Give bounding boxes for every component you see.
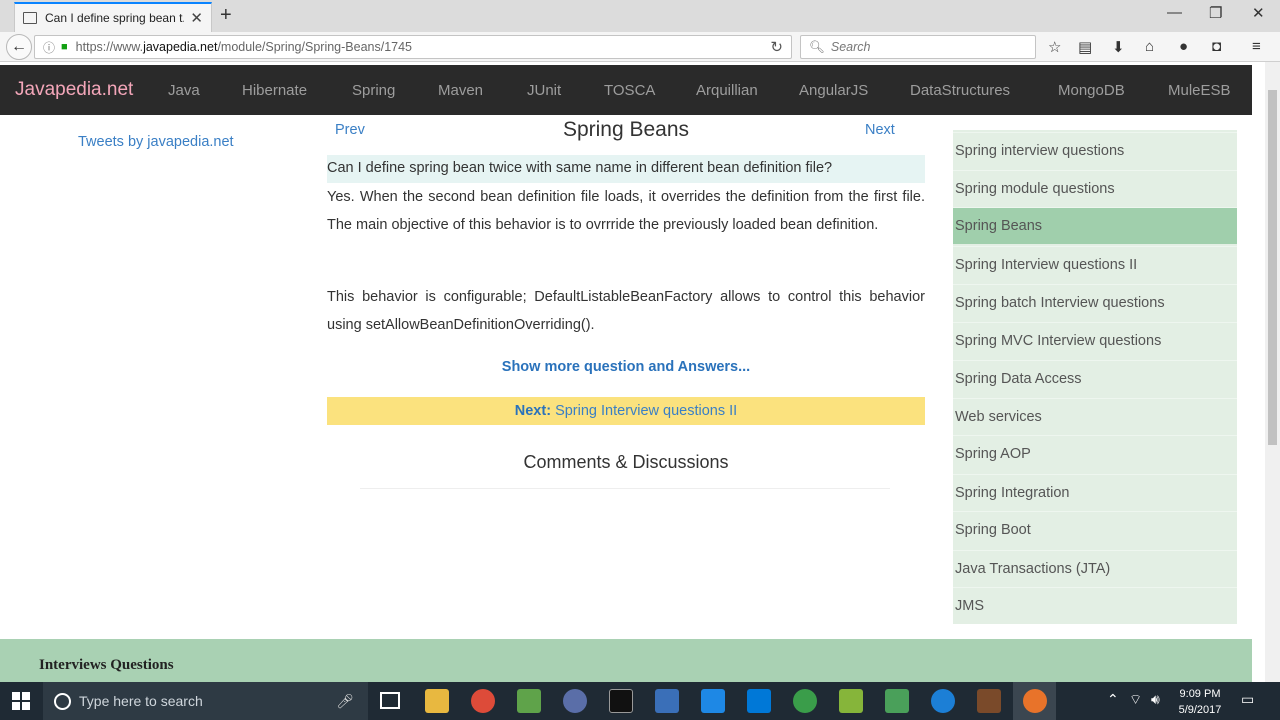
browser-tab[interactable]: Can I define spring bean t... ✕ — [14, 2, 212, 32]
restore-icon[interactable]: ❐ — [1209, 4, 1222, 22]
firefox-icon[interactable] — [1023, 689, 1047, 713]
file-explorer-icon[interactable] — [425, 689, 449, 713]
sidebar-item-spring-beans[interactable]: Spring Beans — [953, 207, 1237, 244]
book-icon — [23, 12, 37, 24]
nav-mongodb[interactable]: MongoDB — [1058, 82, 1125, 99]
cortana-icon — [54, 692, 71, 710]
footer-title: Interviews Questions — [39, 657, 174, 673]
sidebar-item-spring-mvc[interactable]: Spring MVC Interview questions — [953, 322, 1237, 359]
edge-icon[interactable] — [931, 689, 955, 713]
search-placeholder: Search — [830, 40, 871, 54]
nav-java[interactable]: Java — [168, 82, 200, 99]
sidebar-item-spring-module[interactable]: Spring module questions — [953, 170, 1237, 207]
taskbar-search-placeholder: Type here to search — [79, 693, 203, 709]
window-close-icon[interactable]: ✕ — [1252, 4, 1265, 22]
browser-tab-bar: Can I define spring bean t... ✕ + — ❐ ✕ — [0, 0, 1280, 32]
visual-studio-icon[interactable] — [747, 689, 771, 713]
nav-maven[interactable]: Maven — [438, 82, 483, 99]
nav-spring[interactable]: Spring — [352, 82, 395, 99]
app-icon[interactable] — [977, 689, 1001, 713]
app-icon[interactable] — [839, 689, 863, 713]
windows-start-icon[interactable] — [12, 692, 30, 710]
tab-title: Can I define spring bean t... — [45, 11, 185, 25]
clock-time: 9:09 PM — [1179, 688, 1221, 700]
app-icon[interactable] — [655, 689, 679, 713]
menu-icon[interactable]: ≡ — [1252, 38, 1261, 55]
reading-list-icon[interactable]: ▤ — [1078, 38, 1092, 56]
bookmark-star-icon[interactable]: ☆ — [1048, 38, 1061, 56]
home-icon[interactable]: ⌂ — [1145, 38, 1154, 55]
sidebar-item-jms[interactable]: JMS — [953, 587, 1237, 624]
sidebar-item-spring-interview[interactable]: Spring interview questions — [953, 132, 1237, 169]
next-topic-label: Next: — [514, 403, 552, 419]
browser-toolbar: ← ⓘ ■ https://www.javapedia.net/module/S… — [0, 32, 1280, 62]
url-text: https://www.javapedia.net/module/Spring/… — [75, 40, 413, 54]
tweets-link[interactable]: Tweets by javapedia.net — [78, 134, 234, 150]
volume-icon[interactable]: 🔊︎ — [1151, 691, 1160, 708]
terminal-icon[interactable] — [609, 689, 633, 713]
chevron-up-icon[interactable]: ⌃ — [1107, 691, 1119, 708]
app-icon[interactable] — [517, 689, 541, 713]
chrome-icon[interactable] — [471, 689, 495, 713]
mail-icon[interactable] — [701, 689, 725, 713]
close-tab-icon[interactable]: ✕ — [190, 9, 203, 27]
info-icon[interactable]: ⓘ — [43, 39, 55, 56]
pocket-icon[interactable]: ◘ — [1212, 38, 1221, 55]
site-navbar: Javapedia.net Java Hibernate Spring Mave… — [0, 65, 1252, 115]
microphone-icon[interactable]: 🎤︎ — [336, 693, 354, 710]
search-icon: 🔍︎ — [809, 39, 825, 54]
nav-muleesb[interactable]: MuleESB — [1168, 82, 1231, 99]
photos-icon[interactable] — [885, 689, 909, 713]
sidebar-item-spring-data-access[interactable]: Spring Data Access — [953, 360, 1237, 397]
taskbar-search-input[interactable]: Type here to search 🎤︎ — [43, 682, 368, 720]
comments-divider — [360, 488, 890, 489]
search-input[interactable]: 🔍︎ Search — [800, 35, 1036, 59]
sidebar-item-web-services[interactable]: Web services — [953, 398, 1237, 435]
nav-junit[interactable]: JUnit — [527, 82, 561, 99]
page-title: Spring Beans — [562, 118, 690, 141]
back-button[interactable]: ← — [6, 34, 32, 60]
chat-icon[interactable]: ● — [1179, 38, 1188, 55]
question-text: Can I define spring bean twice with same… — [327, 155, 925, 183]
sidebar-item-spring-boot[interactable]: Spring Boot — [953, 511, 1237, 548]
sidebar-item-jta[interactable]: Java Transactions (JTA) — [953, 550, 1237, 587]
taskbar-clock[interactable]: 9:09 PM 5/9/2017 — [1176, 686, 1224, 718]
nav-arquillian[interactable]: Arquillian — [696, 82, 758, 99]
taskbar: Type here to search 🎤︎ — [0, 682, 1280, 720]
nav-hibernate[interactable]: Hibernate — [242, 82, 307, 99]
show-more-link[interactable]: Show more question and Answers... — [327, 359, 925, 375]
sidebar-item-spring-batch[interactable]: Spring batch Interview questions — [953, 284, 1237, 321]
nav-tosca[interactable]: TOSCA — [604, 82, 655, 99]
answer-paragraph-2: This behavior is configurable; DefaultLi… — [327, 289, 925, 333]
scrollbar-thumb[interactable] — [1268, 90, 1277, 445]
sidebar-item-spring-interview-ii[interactable]: Spring Interview questions II — [953, 246, 1237, 283]
download-icon[interactable]: ⬇ — [1112, 38, 1125, 56]
arrow-left-icon: ← — [11, 38, 27, 55]
next-topic-bar: Next: Spring Interview questions II — [327, 397, 925, 425]
minimize-icon[interactable]: — — [1167, 4, 1182, 21]
prev-link[interactable]: Prev — [335, 122, 365, 138]
nav-datastructures[interactable]: DataStructures — [910, 82, 1010, 99]
nav-angularjs[interactable]: AngularJS — [799, 82, 868, 99]
new-tab-icon[interactable]: + — [220, 4, 232, 27]
footer: Interviews Questions — [0, 639, 1252, 682]
lock-icon: ■ — [61, 41, 68, 53]
task-view-icon[interactable] — [380, 692, 400, 709]
network-icon[interactable]: ⌔ — [1129, 691, 1142, 709]
app-icon[interactable] — [563, 689, 587, 713]
reload-icon[interactable]: ↻ — [770, 38, 783, 56]
comments-heading: Comments & Discussions — [523, 452, 729, 472]
next-topic-link[interactable]: Spring Interview questions II — [555, 403, 737, 419]
next-link[interactable]: Next — [865, 122, 895, 138]
notification-icon[interactable]: ▭ — [1241, 691, 1254, 708]
sidebar-item-spring-integration[interactable]: Spring Integration — [953, 474, 1237, 511]
answer-paragraph-1: Yes. When the second bean definition fil… — [327, 189, 925, 233]
spring-tool-icon[interactable] — [793, 689, 817, 713]
sidebar-item-spring-aop[interactable]: Spring AOP — [953, 435, 1237, 472]
address-bar[interactable]: ⓘ ■ https://www.javapedia.net/module/Spr… — [34, 35, 792, 59]
clock-date: 5/9/2017 — [1178, 704, 1222, 716]
site-brand[interactable]: Javapedia.net — [15, 79, 133, 101]
